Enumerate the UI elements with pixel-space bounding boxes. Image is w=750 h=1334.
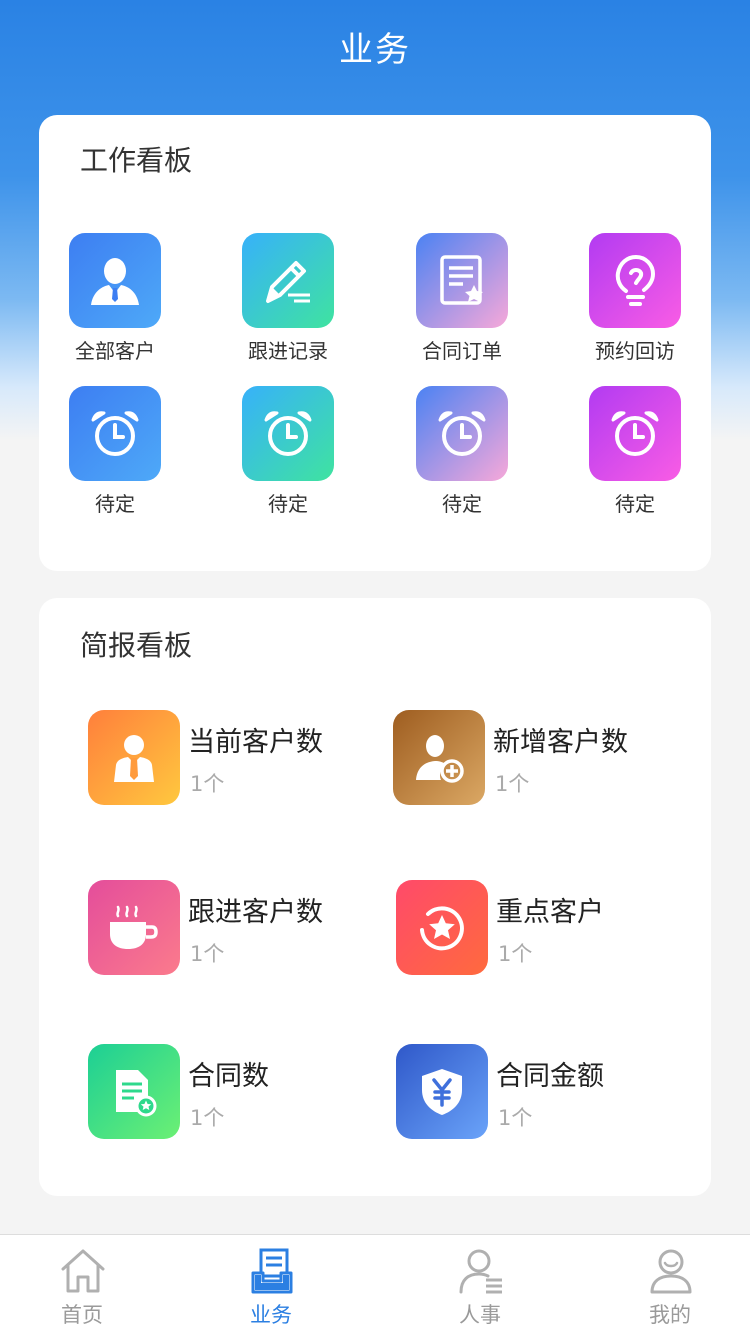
work-item-label: 全部客户 [75, 339, 155, 363]
tab-business[interactable]: 业务 [211, 1235, 331, 1334]
tab-mine[interactable]: 我的 [610, 1235, 730, 1334]
brief-board-card: 简报看板 当前客户数 1个 新增客户数 1个 跟进客户数 1个 重点客户 1个 … [39, 598, 711, 1196]
stat-value: 1个 [498, 942, 533, 966]
tab-label: 业务 [250, 1303, 292, 1327]
stat-value: 1个 [190, 942, 225, 966]
stat-label: 合同数 [188, 1061, 269, 1092]
stat-value: 1个 [190, 1106, 225, 1130]
stat-label: 新增客户数 [493, 727, 628, 758]
work-item-tile [589, 233, 681, 328]
star-circle-icon [420, 905, 464, 950]
work-item-tile [69, 386, 161, 481]
user-icon [91, 257, 139, 305]
contract-doc-icon [116, 1069, 157, 1116]
work-item-tile [242, 386, 334, 481]
tab-home[interactable]: 首页 [22, 1235, 142, 1334]
work-item-label: 待定 [615, 492, 655, 516]
work-item-label: 预约回访 [595, 339, 675, 363]
work-item-tile [69, 233, 161, 328]
alarm-clock-icon [438, 410, 486, 456]
add-user-icon [416, 734, 464, 783]
stat-value: 1个 [495, 772, 530, 796]
stat-tile [393, 710, 485, 805]
stat-tile [396, 1044, 488, 1139]
page-title: 业务 [339, 30, 411, 70]
business-inbox-icon [251, 1248, 293, 1294]
alarm-clock-icon [91, 410, 139, 456]
stat-tile [88, 710, 180, 805]
business-person-icon [114, 734, 154, 782]
work-item-label: 待定 [442, 492, 482, 516]
lightbulb-icon [615, 254, 656, 306]
yuan-shield-icon [422, 1068, 462, 1115]
stat-label: 重点客户 [496, 897, 604, 928]
alarm-clock-icon [264, 410, 312, 456]
tab-label: 首页 [61, 1303, 103, 1327]
document-star-icon [440, 254, 483, 305]
work-item-label: 跟进记录 [248, 339, 328, 363]
bottom-tab-bar: 首页 业务 人事 我的 [0, 1234, 750, 1334]
profile-icon [650, 1249, 692, 1294]
home-icon [61, 1249, 105, 1293]
work-item-label: 待定 [95, 492, 135, 516]
work-item-label: 合同订单 [422, 339, 502, 363]
stat-value: 1个 [498, 1106, 533, 1130]
work-item-tile [242, 233, 334, 328]
alarm-clock-icon [611, 410, 659, 456]
pencil-icon [266, 260, 310, 303]
stat-value: 1个 [190, 772, 225, 796]
person-list-icon [459, 1249, 502, 1294]
stat-tile [88, 880, 180, 975]
work-board-card: 工作看板 全部客户 跟进记录 合同订单 预约回访 待定 待定 待定 待定 [39, 115, 711, 571]
work-item-tile [589, 386, 681, 481]
brief-board-title: 简报看板 [80, 629, 193, 662]
tab-label: 人事 [459, 1303, 501, 1327]
coffee-cup-icon [110, 905, 158, 949]
stat-label: 跟进客户数 [188, 897, 323, 928]
tab-hr[interactable]: 人事 [420, 1235, 540, 1334]
work-board-title: 工作看板 [80, 144, 193, 177]
stat-label: 合同金额 [496, 1061, 604, 1092]
work-item-tile [416, 233, 508, 328]
stat-tile [396, 880, 488, 975]
tab-label: 我的 [649, 1303, 691, 1327]
stat-tile [88, 1044, 180, 1139]
stat-label: 当前客户数 [188, 727, 323, 758]
work-item-label: 待定 [268, 492, 308, 516]
work-item-tile [416, 386, 508, 481]
